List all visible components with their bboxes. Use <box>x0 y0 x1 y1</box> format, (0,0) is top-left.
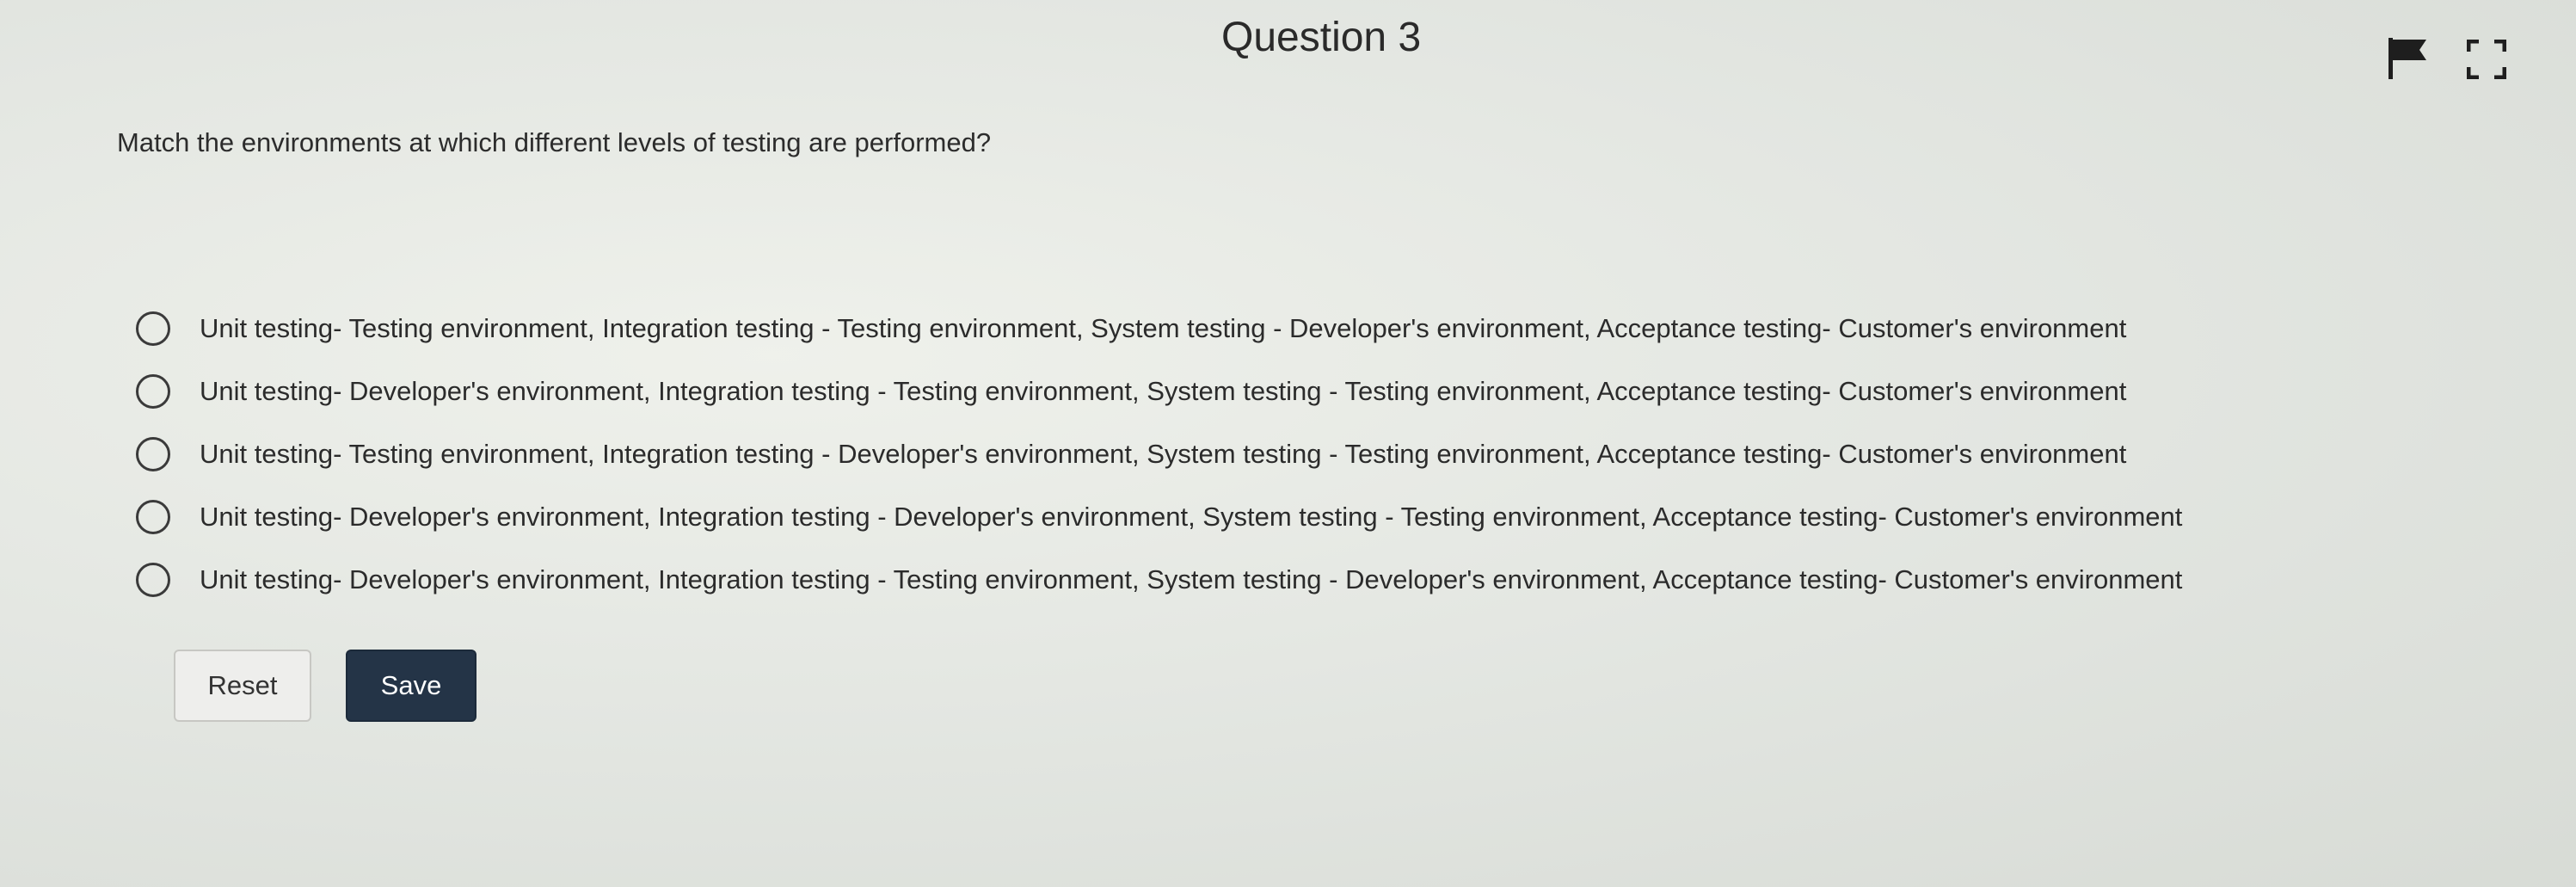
reset-button[interactable]: Reset <box>174 650 311 722</box>
answer-option[interactable]: Unit testing- Testing environment, Integ… <box>136 297 2544 360</box>
radio-button[interactable] <box>136 373 170 409</box>
question-text: Match the environments at which differen… <box>117 127 992 157</box>
answer-options: Unit testing- Testing environment, Integ… <box>136 297 2544 611</box>
option-label[interactable]: Unit testing- Testing environment, Integ… <box>200 439 2126 470</box>
answer-option[interactable]: Unit testing- Testing environment, Integ… <box>136 422 2544 485</box>
flag-icon[interactable] <box>2387 36 2430 81</box>
radio-button[interactable] <box>136 499 170 534</box>
answer-option[interactable]: Unit testing- Developer's environment, I… <box>136 548 2544 611</box>
radio-button[interactable] <box>136 311 170 346</box>
question-title: Question 3 <box>1221 15 1422 60</box>
save-button[interactable]: Save <box>346 650 476 722</box>
option-label[interactable]: Unit testing- Developer's environment, I… <box>200 564 2182 595</box>
answer-option[interactable]: Unit testing- Developer's environment, I… <box>136 485 2544 548</box>
option-label[interactable]: Unit testing- Testing environment, Integ… <box>200 313 2126 344</box>
radio-button[interactable] <box>136 562 170 597</box>
radio-button[interactable] <box>136 436 170 471</box>
answer-option[interactable]: Unit testing- Developer's environment, I… <box>136 360 2544 422</box>
quiz-screen: Question 3 Match the environments at whi… <box>0 0 2576 887</box>
fullscreen-icon[interactable] <box>2467 40 2506 79</box>
action-buttons: Reset Save <box>174 650 476 722</box>
option-label[interactable]: Unit testing- Developer's environment, I… <box>200 376 2126 407</box>
option-label[interactable]: Unit testing- Developer's environment, I… <box>200 502 2182 533</box>
